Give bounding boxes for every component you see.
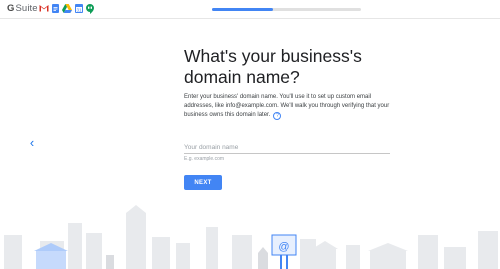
description-text: Enter your business' domain name. You'll…: [184, 94, 390, 118]
gmail-icon: [39, 4, 49, 12]
next-button[interactable]: NEXT: [184, 175, 222, 190]
progress-bar: [212, 8, 361, 11]
progress-fill: [212, 8, 274, 11]
calendar-icon: 31: [75, 4, 83, 13]
back-button[interactable]: ‹: [26, 136, 38, 150]
hangouts-icon: [86, 4, 94, 14]
billboard-at-sign: @: [278, 241, 289, 253]
docs-icon: [52, 4, 59, 13]
brand-g: G: [7, 3, 15, 14]
domain-input[interactable]: [184, 141, 390, 154]
domain-hint: E.g. example.com: [184, 156, 225, 162]
gsuite-logo: GSuite: [7, 3, 38, 14]
svg-text:31: 31: [76, 8, 82, 13]
help-icon[interactable]: ?: [273, 112, 282, 120]
drive-icon: [62, 4, 72, 13]
city-skyline-illustration: @: [4, 205, 498, 269]
app-icons: 31: [39, 4, 94, 14]
page-title: What's your business's domain name?: [184, 46, 362, 87]
brand-suite: Suite: [15, 3, 38, 14]
top-bar: GSuite 31: [0, 0, 500, 19]
description: Enter your business' domain name. You'll…: [184, 93, 402, 120]
